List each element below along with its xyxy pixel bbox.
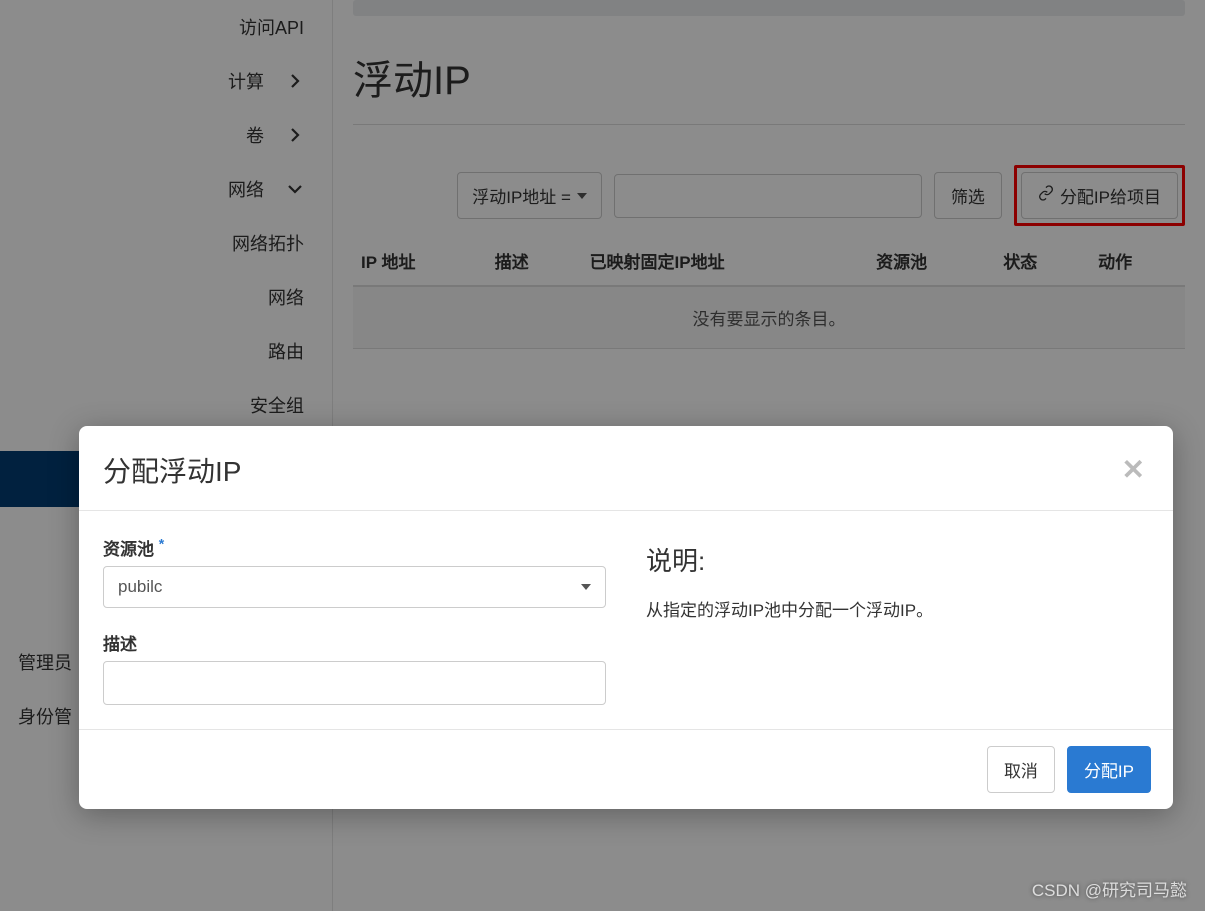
caret-down-icon [581,584,591,590]
modal-header: 分配浮动IP ✕ [79,426,1173,511]
cancel-button[interactable]: 取消 [987,746,1055,793]
explain-text: 从指定的浮动IP池中分配一个浮动IP。 [646,596,1149,621]
watermark: CSDN @研究司马懿 [1032,876,1187,901]
explain-title: 说明: [646,541,1149,578]
modal-help-col: 说明: 从指定的浮动IP池中分配一个浮动IP。 [646,535,1149,705]
modal-body: 资源池 * pubilc 描述 说明: 从指定的浮动IP池中分配一个浮动IP。 [79,511,1173,729]
submit-button[interactable]: 分配IP [1067,746,1151,793]
required-asterisk: * [159,535,164,551]
close-icon[interactable]: ✕ [1122,456,1145,484]
pool-select-value: pubilc [118,577,162,597]
modal-title: 分配浮动IP [103,450,241,490]
allocate-modal: 分配浮动IP ✕ 资源池 * pubilc 描述 说明: 从指定的浮动IP池中分… [79,426,1173,809]
pool-label: 资源池 * [103,535,606,560]
pool-select[interactable]: pubilc [103,566,606,608]
modal-footer: 取消 分配IP [79,729,1173,809]
description-input[interactable] [103,661,606,705]
desc-label: 描述 [103,630,606,655]
modal-form-col: 资源池 * pubilc 描述 [103,535,606,705]
